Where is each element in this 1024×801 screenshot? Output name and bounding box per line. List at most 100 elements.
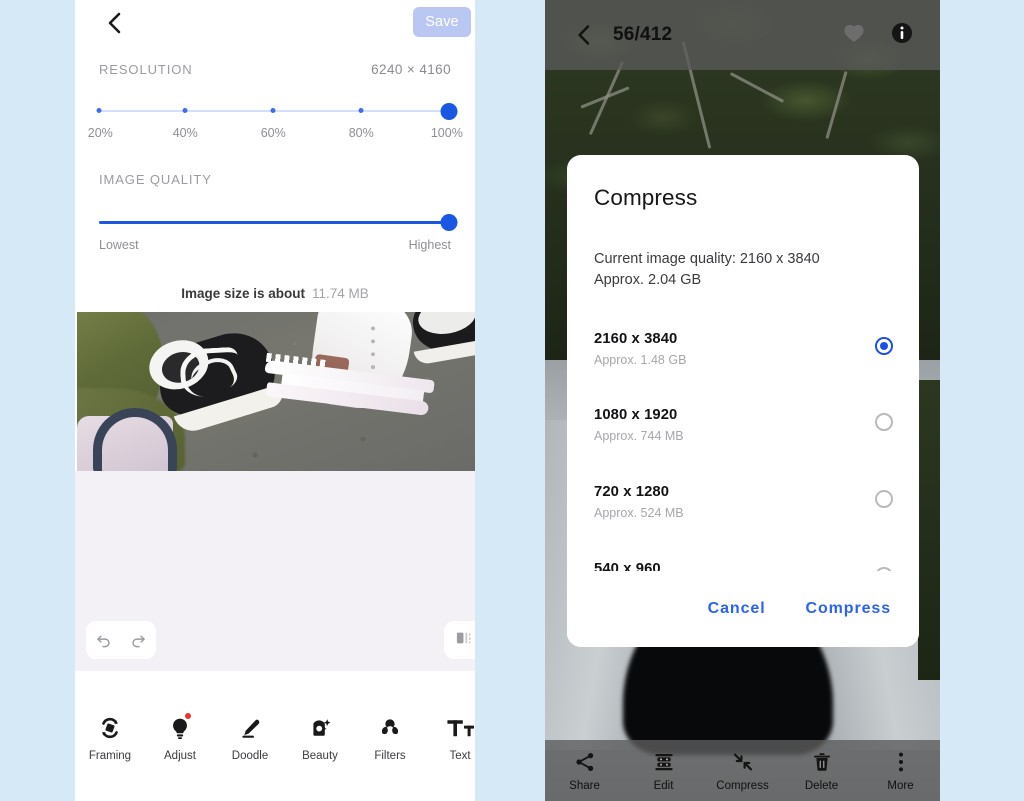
option-row[interactable]: 720 x 1280 Approx. 524 MB — [594, 484, 894, 536]
tool-doodle[interactable]: Doodle — [215, 713, 285, 762]
photo-preview[interactable] — [75, 312, 475, 471]
viewer-tool-share[interactable]: Share — [545, 750, 624, 792]
viewer-tool-more-label: More — [887, 779, 914, 792]
resolution-slider-thumb[interactable] — [440, 103, 458, 120]
resolution-value: 6240 × 4160 — [371, 62, 451, 77]
compare-split-icon — [455, 630, 473, 651]
image-quality-slider-thumb[interactable] — [440, 214, 458, 231]
resolution-tick-label-60: 60% — [260, 126, 286, 140]
option-row[interactable]: 1080 x 1920 Approx. 744 MB — [594, 407, 894, 459]
estimated-size-label: Image size is about — [181, 286, 305, 301]
framing-icon — [97, 713, 123, 743]
tool-framing[interactable]: Framing — [75, 713, 145, 762]
image-quality-max-label: Highest — [408, 238, 451, 252]
estimated-size-row: Image size is about 11.74 MB — [75, 286, 475, 301]
compress-confirm-button[interactable]: Compress — [806, 600, 891, 618]
foliage-right-edge — [918, 380, 940, 680]
viewer-tool-compress[interactable]: Compress — [703, 750, 782, 792]
adjust-new-badge — [185, 713, 191, 719]
option-row[interactable]: 2160 x 3840 Approx. 1.48 GB — [594, 331, 894, 383]
image-quality-section-header: IMAGE QUALITY — [99, 172, 451, 187]
ice-skate-object — [251, 312, 441, 450]
save-button[interactable]: Save — [413, 7, 471, 37]
tool-adjust[interactable]: Adjust — [145, 713, 215, 762]
photo-left-edge — [75, 312, 77, 471]
chevron-left-icon[interactable] — [101, 10, 127, 36]
viewer-tool-delete-label: Delete — [804, 779, 839, 792]
current-quality-line2: Approx. 2.04 GB — [594, 272, 702, 288]
tool-filters[interactable]: Filters — [355, 713, 425, 762]
editor-topbar: Save — [75, 0, 475, 48]
photo-editor-panel: Save RESOLUTION 6240 × 4160 20% 40% 60% … — [75, 0, 475, 801]
viewer-tool-edit-label: Edit — [653, 779, 674, 792]
option-subtitle: Approx. 1.48 GB — [594, 353, 687, 367]
filters-icon — [377, 713, 403, 743]
chevron-left-icon[interactable] — [571, 23, 595, 47]
tool-adjust-label: Adjust — [164, 750, 196, 762]
viewer-tool-compress-label: Compress — [716, 779, 769, 792]
more-vertical-icon — [890, 750, 912, 774]
tool-beauty-label: Beauty — [302, 750, 338, 762]
heart-icon[interactable] — [842, 22, 866, 49]
editor-tool-bar: Framing Adjust Doodle Beauty Filters Tex… — [75, 671, 475, 801]
estimated-size-value: 11.74 MB — [312, 286, 369, 301]
option-radio[interactable] — [875, 490, 893, 508]
edit-icon — [653, 750, 675, 774]
dialog-action-bar: Cancel Compress — [567, 571, 919, 647]
resolution-tick-label-40: 40% — [172, 126, 198, 140]
tool-beauty[interactable]: Beauty — [285, 713, 355, 762]
viewer-tool-edit[interactable]: Edit — [624, 750, 703, 792]
option-subtitle: Approx. 524 MB — [594, 506, 684, 520]
compress-dialog: Compress Current image quality: 2160 x 3… — [567, 155, 919, 647]
undo-redo-pill — [86, 621, 156, 659]
editor-tool-list: Framing Adjust Doodle Beauty Filters Tex… — [75, 713, 475, 762]
dialog-title: Compress — [594, 185, 698, 210]
screenshot-stage: Save RESOLUTION 6240 × 4160 20% 40% 60% … — [0, 0, 1024, 801]
resolution-tick-40 — [182, 108, 188, 113]
resolution-tick-label-100: 100% — [430, 126, 463, 140]
cancel-button[interactable]: Cancel — [708, 600, 766, 618]
tool-doodle-label: Doodle — [231, 750, 269, 762]
resolution-slider[interactable] — [96, 101, 458, 121]
resolution-tick-label-80: 80% — [348, 126, 374, 140]
tool-text[interactable]: Text — [425, 713, 475, 762]
option-radio-selected[interactable] — [875, 337, 893, 355]
current-quality-line1: Current image quality: 2160 x 3840 — [594, 251, 820, 267]
photo-counter: 56/412 — [613, 24, 673, 45]
viewer-tool-share-label: Share — [569, 779, 600, 792]
option-radio[interactable] — [875, 413, 893, 431]
viewer-tool-more[interactable]: More — [861, 750, 940, 792]
resolution-tick-60 — [270, 108, 276, 113]
tool-text-label: Text — [449, 750, 471, 762]
resolution-tick-labels: 20% 40% 60% 80% 100% — [88, 126, 463, 142]
redo-icon[interactable] — [130, 632, 147, 649]
resolution-tick-label-20: 20% — [87, 126, 113, 140]
trash-icon — [811, 750, 833, 774]
image-quality-label: IMAGE QUALITY — [99, 172, 212, 187]
doodle-pen-icon — [237, 713, 263, 743]
editor-canvas[interactable] — [75, 471, 475, 671]
undo-icon[interactable] — [95, 632, 112, 649]
second-shoe-object — [408, 312, 475, 359]
option-title: 2160 x 3840 — [594, 331, 678, 347]
compare-split-button[interactable] — [444, 621, 475, 659]
image-quality-slider-track — [99, 220, 451, 224]
resolution-section-header: RESOLUTION 6240 × 4160 — [99, 62, 451, 77]
option-title: 1080 x 1920 — [594, 407, 678, 423]
option-subtitle: Approx. 744 MB — [594, 429, 684, 443]
tool-framing-label: Framing — [88, 750, 132, 762]
image-quality-slider[interactable] — [99, 212, 458, 232]
viewer-tool-delete[interactable]: Delete — [782, 750, 861, 792]
resolution-label: RESOLUTION — [99, 62, 193, 77]
info-icon[interactable] — [890, 21, 914, 50]
viewer-topbar: 56/412 — [545, 0, 940, 70]
compress-arrows-icon — [732, 750, 754, 774]
dialog-current-quality: Current image quality: 2160 x 3840 Appro… — [594, 249, 894, 291]
text-icon — [445, 713, 475, 743]
tool-filters-label: Filters — [374, 750, 406, 762]
resolution-tick-80 — [358, 108, 364, 113]
photo-viewer-panel: 56/412 Compress Current image quality: 2… — [545, 0, 940, 801]
resolution-tick-20 — [96, 108, 102, 113]
option-title: 720 x 1280 — [594, 484, 670, 500]
beauty-sparkle-icon — [307, 713, 333, 743]
